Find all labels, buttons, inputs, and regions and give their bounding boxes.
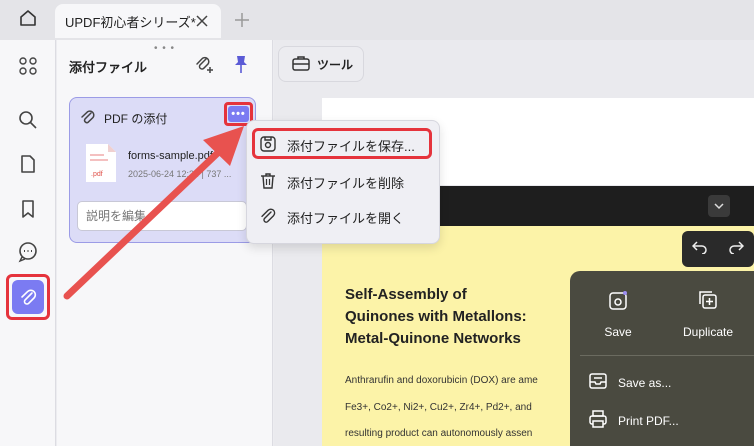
divider bbox=[580, 355, 754, 356]
paper-title-line: Quinones with Metallons: bbox=[345, 308, 527, 325]
save-icon bbox=[259, 135, 277, 156]
print-pdf-button[interactable]: Print PDF... bbox=[588, 409, 679, 432]
menu-item-label: 添付ファイルを開く bbox=[287, 211, 405, 226]
save-icon bbox=[586, 289, 650, 313]
menu-item-save-attachment[interactable]: 添付ファイルを保存... bbox=[259, 135, 415, 156]
trash-icon bbox=[259, 172, 277, 193]
paper-body-line: Anthrarufin and doxorubicin (DOX) are am… bbox=[345, 375, 538, 386]
add-attachment-icon[interactable] bbox=[193, 52, 217, 76]
toolbox-icon bbox=[291, 54, 311, 75]
chevron-down-icon[interactable] bbox=[708, 195, 730, 217]
save-as-button[interactable]: Save as... bbox=[588, 371, 671, 394]
tab-bar: UPDF初心者シリーズ* bbox=[0, 0, 754, 40]
panel-resize-grip[interactable]: • • • bbox=[154, 43, 175, 54]
print-pdf-label: Print PDF... bbox=[618, 413, 679, 428]
attachment-file-meta: 2025-06-24 12:38 | 737 ... bbox=[128, 169, 232, 179]
undo-redo-group bbox=[682, 231, 754, 267]
menu-item-label: 添付ファイルを保存... bbox=[287, 139, 415, 154]
paper-body-line: Fe3+, Co2+, Ni2+, Cu2+, Zr4+, Pd2+, and bbox=[345, 402, 532, 413]
document-tab[interactable]: UPDF初心者シリーズ* bbox=[55, 4, 221, 38]
home-button[interactable] bbox=[8, 6, 48, 34]
menu-item-label: 添付ファイルを削除 bbox=[287, 176, 405, 191]
tool-button[interactable]: ツール bbox=[278, 46, 364, 82]
printer-icon bbox=[588, 409, 608, 432]
save-as-label: Save as... bbox=[618, 375, 672, 390]
document-tab-title: UPDF初心者シリーズ* bbox=[65, 14, 196, 30]
attachment-file-name: forms-sample.pdf bbox=[128, 150, 213, 162]
paper-title: Self-Assembly of Quinones with Metallons… bbox=[345, 284, 585, 350]
more-options-icon[interactable]: ••• bbox=[228, 106, 249, 122]
pin-icon[interactable] bbox=[229, 52, 253, 76]
paper-title-line: Metal-Quinone Networks bbox=[345, 330, 521, 347]
attachment-card[interactable]: PDF の添付 ••• .pdf forms-sample.pdf 2025-0… bbox=[69, 97, 256, 243]
duplicate-label: Duplicate bbox=[682, 325, 734, 339]
tool-label: ツール bbox=[317, 57, 354, 72]
paper-title-line: Self-Assembly of bbox=[345, 286, 467, 303]
panel-title: 添付ファイル bbox=[69, 60, 148, 75]
home-icon bbox=[19, 9, 37, 32]
attachment-context-menu: 添付ファイルを保存... 添付ファイルを削除 添付ファイルを開く bbox=[246, 120, 440, 244]
plus-icon[interactable] bbox=[232, 10, 252, 30]
link-icon bbox=[259, 207, 277, 228]
bookmark-icon[interactable] bbox=[12, 193, 44, 225]
file-actions-menu: Save Duplicate Save as... Print PDF... bbox=[570, 271, 754, 446]
menu-item-delete-attachment[interactable]: 添付ファイルを削除 bbox=[259, 172, 404, 193]
pdf-file-icon: .pdf bbox=[86, 144, 116, 182]
close-icon[interactable] bbox=[193, 12, 211, 30]
page-icon[interactable] bbox=[12, 148, 44, 180]
undo-icon[interactable] bbox=[691, 240, 708, 259]
attachment-header: PDF の添付 bbox=[104, 112, 168, 126]
tray-icon bbox=[588, 371, 608, 394]
grid-icon[interactable] bbox=[12, 50, 44, 82]
description-input[interactable] bbox=[77, 201, 247, 231]
save-label: Save bbox=[604, 325, 632, 339]
save-button[interactable]: Save bbox=[586, 289, 650, 339]
menu-item-open-attachment[interactable]: 添付ファイルを開く bbox=[259, 207, 404, 228]
paperclip-icon[interactable] bbox=[12, 280, 44, 314]
paper-body-line: resulting product can autonomously assen bbox=[345, 428, 533, 439]
comment-icon[interactable] bbox=[12, 236, 44, 268]
sidebar-rail bbox=[0, 40, 56, 446]
redo-icon[interactable] bbox=[728, 240, 745, 259]
attachment-panel: • • • 添付ファイル PDF の添付 ••• .pdf forms-samp… bbox=[57, 40, 273, 446]
duplicate-icon bbox=[672, 289, 744, 313]
paperclip-icon bbox=[80, 108, 96, 131]
search-icon[interactable] bbox=[12, 104, 44, 136]
duplicate-button[interactable]: Duplicate bbox=[672, 289, 744, 339]
pdf-ext-label: .pdf bbox=[91, 171, 103, 178]
